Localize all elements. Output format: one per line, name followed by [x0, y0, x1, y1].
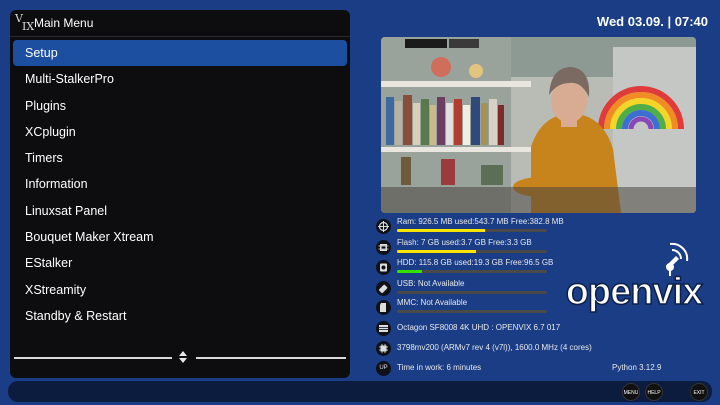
- chip-icon: [376, 240, 391, 255]
- flash-label: Flash: 7 GB used:3.7 GB Free:3.3 GB: [397, 238, 532, 247]
- menu-item-plugins[interactable]: Plugins: [13, 93, 347, 119]
- memory-icon: [376, 219, 391, 234]
- exit-button[interactable]: EXIT: [690, 383, 708, 401]
- hdd-icon: [376, 260, 391, 275]
- uptime-icon: UP: [376, 361, 391, 376]
- model-info: Octagon SF8008 4K UHD : OPENVIX 6.7 017: [376, 319, 676, 341]
- main-menu-panel: V IX Main Menu Setup Multi-StalkerPro Pl…: [10, 10, 350, 378]
- help-button[interactable]: HELP: [645, 383, 663, 401]
- openvix-logo: openvix: [565, 240, 706, 320]
- mmc-label: MMC: Not Available: [397, 298, 468, 307]
- tv-preview: [381, 37, 696, 213]
- usb-label: USB: Not Available: [397, 279, 465, 288]
- usb-icon: [376, 281, 391, 296]
- menu-title: Main Menu: [34, 16, 94, 30]
- menu-button[interactable]: MENU: [622, 383, 640, 401]
- menu-item-linuxsat-panel[interactable]: Linuxsat Panel: [13, 198, 347, 224]
- cpu-info: 3798mv200 (ARMv7 rev 4 (v7l)), 1600.0 MH…: [376, 339, 676, 361]
- receiver-icon: [376, 321, 391, 336]
- footer-divider-right: [196, 357, 346, 359]
- menu-item-setup[interactable]: Setup: [13, 40, 347, 67]
- ram-label: Ram: 926.5 MB used:543.7 MB Free:382.8 M…: [397, 217, 564, 226]
- menu-item-bouquet-maker-xtream[interactable]: Bouquet Maker Xtream: [13, 224, 347, 250]
- ram-bar: [397, 229, 547, 232]
- menu-item-standby-restart[interactable]: Standby & Restart: [13, 303, 347, 329]
- menu-header: V IX Main Menu: [10, 10, 350, 37]
- hdd-bar-fill: [397, 270, 423, 273]
- vix-logo: V IX: [15, 12, 35, 34]
- ram-bar-fill: [397, 229, 486, 232]
- date-time: Wed 03.09. | 07:40: [596, 14, 708, 29]
- flash-bar: [397, 250, 547, 253]
- flash-bar-fill: [397, 250, 477, 253]
- model-text: Octagon SF8008 4K UHD : OPENVIX 6.7 017: [397, 323, 561, 332]
- uptime-text: Time in work: 6 minutes: [397, 363, 482, 372]
- menu-item-information[interactable]: Information: [13, 171, 347, 197]
- cpu-text: 3798mv200 (ARMv7 rev 4 (v7l)), 1600.0 MH…: [397, 343, 592, 352]
- ram-info: Ram: 926.5 MB used:543.7 MB Free:382.8 M…: [376, 217, 676, 239]
- menu-item-timers[interactable]: Timers: [13, 145, 347, 171]
- bottom-bar: [8, 381, 712, 402]
- menu-list: Setup Multi-StalkerPro Plugins XCplugin …: [13, 40, 347, 329]
- footer-divider-left: [14, 357, 172, 359]
- menu-item-estalker[interactable]: EStalker: [13, 250, 347, 276]
- hdd-bar: [397, 270, 547, 273]
- menu-footer: [10, 346, 350, 368]
- scroll-arrows-icon[interactable]: [175, 348, 191, 366]
- menu-item-xstreamity[interactable]: XStreamity: [13, 277, 347, 303]
- cpu-icon: [376, 341, 391, 356]
- vix-logo-ix: IX: [22, 20, 35, 33]
- mmc-bar: [397, 310, 547, 313]
- menu-item-xcplugin[interactable]: XCplugin: [13, 119, 347, 145]
- usb-bar: [397, 291, 547, 294]
- python-version: Python 3.12.9: [612, 363, 662, 372]
- sdcard-icon: [376, 300, 391, 315]
- hdd-label: HDD: 115.8 GB used:19.3 GB Free:96.5 GB: [397, 258, 554, 267]
- openvix-logo-text: openvix: [566, 271, 703, 313]
- menu-item-multi-stalkerpro[interactable]: Multi-StalkerPro: [13, 66, 347, 92]
